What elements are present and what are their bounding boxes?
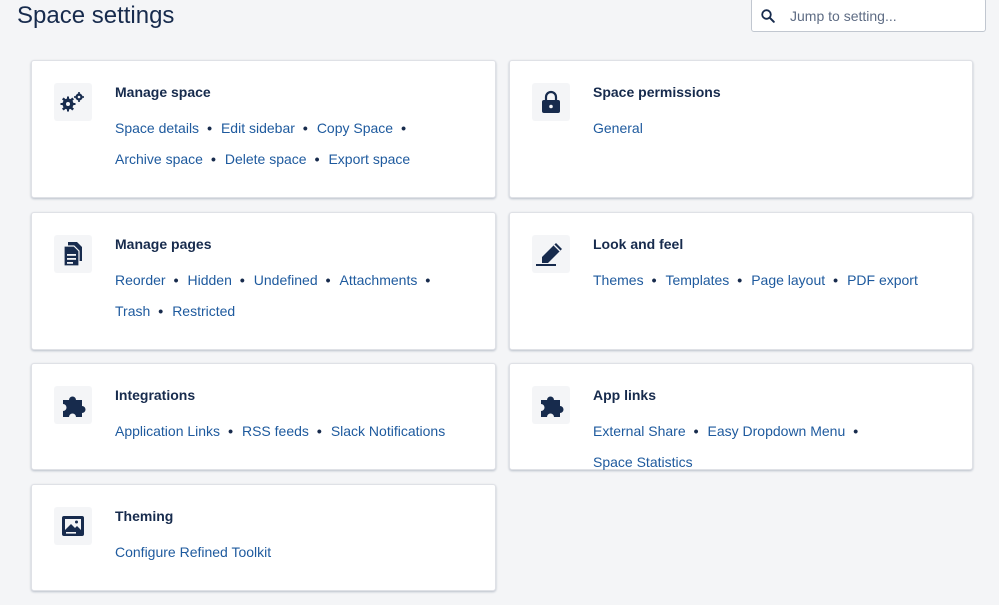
settings-link-item: Delete space • [225, 151, 329, 167]
separator-dot: • [425, 272, 431, 288]
settings-link-item: Themes • [593, 272, 665, 288]
settings-link[interactable]: Reorder [115, 272, 166, 288]
settings-link-item: General [593, 120, 643, 136]
card-manage-pages: Manage pages Reorder • Hidden • Undefined • At… [31, 212, 496, 350]
settings-link[interactable]: Copy Space [317, 120, 393, 136]
settings-link[interactable]: Delete space [225, 151, 307, 167]
settings-link-item: Copy Space • [317, 120, 415, 136]
separator-dot: • [401, 120, 406, 136]
settings-link-item: Reorder • [115, 272, 188, 288]
settings-link-item: Templates • [665, 272, 751, 288]
settings-link[interactable]: Trash [115, 303, 150, 319]
separator-dot: • [228, 423, 233, 439]
settings-link-item: PDF export [847, 272, 918, 288]
settings-link-item: Attachments • [340, 272, 440, 288]
separator-dot: • [325, 272, 331, 288]
document-icon [54, 235, 92, 273]
card-title: App links [593, 387, 657, 403]
settings-link-item: Space Statistics [593, 454, 693, 470]
lock-icon [532, 83, 570, 121]
separator-dot: • [173, 272, 179, 288]
settings-link[interactable]: Undefined [254, 272, 318, 288]
settings-link[interactable]: Templates [665, 272, 729, 288]
card-manage-space: Manage space Space details • Edit sidebar •… [31, 60, 496, 198]
settings-link[interactable]: Edit sidebar [221, 120, 295, 136]
image-icon [54, 507, 92, 545]
settings-link-item: Space details • [115, 120, 221, 136]
card-links: General [593, 113, 952, 144]
card-title: Integrations [115, 387, 196, 403]
settings-link[interactable]: Slack Notifications [331, 423, 445, 439]
card-app-links: App links External Share • Easy Dropdown M… [509, 363, 973, 470]
settings-link[interactable]: Hidden [188, 272, 232, 288]
separator-dot: • [316, 423, 322, 439]
settings-link-item: Hidden • [188, 272, 254, 288]
settings-link[interactable]: Application Links [115, 423, 220, 439]
settings-link[interactable]: Easy Dropdown Menu [708, 423, 846, 439]
card-title: Manage space [115, 84, 211, 100]
separator-dot: • [210, 151, 216, 167]
separator-dot: • [158, 303, 164, 319]
card-integrations: Integrations Application Links • RSS feeds… [31, 363, 496, 470]
separator-dot: • [651, 272, 657, 288]
settings-link[interactable]: Restricted [172, 303, 235, 319]
settings-link[interactable]: Attachments [340, 272, 418, 288]
card-links: Themes • Templates • Page layout • PDF export [593, 265, 952, 296]
settings-link[interactable]: RSS feeds [242, 423, 309, 439]
card-links: Application Links • RSS feeds • Slack Notifi… [115, 416, 475, 447]
settings-link[interactable]: Space Statistics [593, 454, 693, 470]
settings-link[interactable]: Page layout [751, 272, 825, 288]
search-input[interactable] [790, 6, 975, 26]
search-box[interactable] [751, 0, 986, 32]
settings-link-item: RSS feeds • [242, 423, 331, 439]
settings-link-item: Configure Refined Toolkit [115, 544, 271, 560]
card-space-permissions: Space permissions General [509, 60, 973, 198]
separator-dot: • [693, 423, 699, 439]
card-title: Space permissions [593, 84, 721, 100]
settings-link-item: Easy Dropdown Menu • [708, 423, 868, 439]
card-title: Theming [115, 508, 174, 524]
settings-link[interactable]: PDF export [847, 272, 918, 288]
separator-dot: • [207, 120, 212, 136]
pencil-icon [532, 235, 570, 273]
settings-link[interactable]: External Share [593, 423, 686, 439]
card-links: Space details • Edit sidebar • Copy Space • Ar… [115, 113, 475, 175]
separator-dot: • [239, 272, 245, 288]
separator-dot: • [314, 151, 320, 167]
settings-link[interactable]: Space details [115, 120, 199, 136]
settings-link[interactable]: Archive space [115, 151, 203, 167]
settings-link-item: Page layout • [751, 272, 847, 288]
card-look-and-feel: Look and feel Themes • Templates • Page layo… [509, 212, 973, 350]
page-title: Space settings [17, 2, 175, 29]
puzzle-icon [54, 386, 92, 424]
puzzle-icon [532, 386, 570, 424]
card-links: External Share • Easy Dropdown Menu •Space … [593, 416, 952, 478]
settings-link[interactable]: Export space [328, 151, 410, 167]
settings-link[interactable]: General [593, 120, 643, 136]
settings-link-item: Slack Notifications [331, 423, 445, 439]
settings-link-item: Edit sidebar • [221, 120, 317, 136]
settings-link-item: Restricted [172, 303, 235, 319]
settings-link[interactable]: Themes [593, 272, 644, 288]
settings-link-item: Undefined • [254, 272, 340, 288]
settings-link-item: Trash • [115, 303, 172, 319]
settings-link-item: Export space [328, 151, 410, 167]
card-links: Reorder • Hidden • Undefined • Attachments • Tra… [115, 265, 475, 327]
settings-link[interactable]: Configure Refined Toolkit [115, 544, 271, 560]
search-icon [761, 9, 775, 23]
gears-icon [54, 83, 92, 121]
separator-dot: • [302, 120, 308, 136]
card-links: Configure Refined Toolkit [115, 537, 475, 568]
settings-link-item: External Share • [593, 423, 708, 439]
separator-dot: • [737, 272, 743, 288]
separator-dot: • [833, 272, 839, 288]
card-title: Look and feel [593, 236, 684, 252]
settings-link-item: Application Links • [115, 423, 242, 439]
separator-dot: • [853, 423, 859, 439]
card-theming: Theming Configure Refined Toolkit [31, 484, 496, 591]
settings-link-item: Archive space • [115, 151, 225, 167]
card-title: Manage pages [115, 236, 212, 252]
